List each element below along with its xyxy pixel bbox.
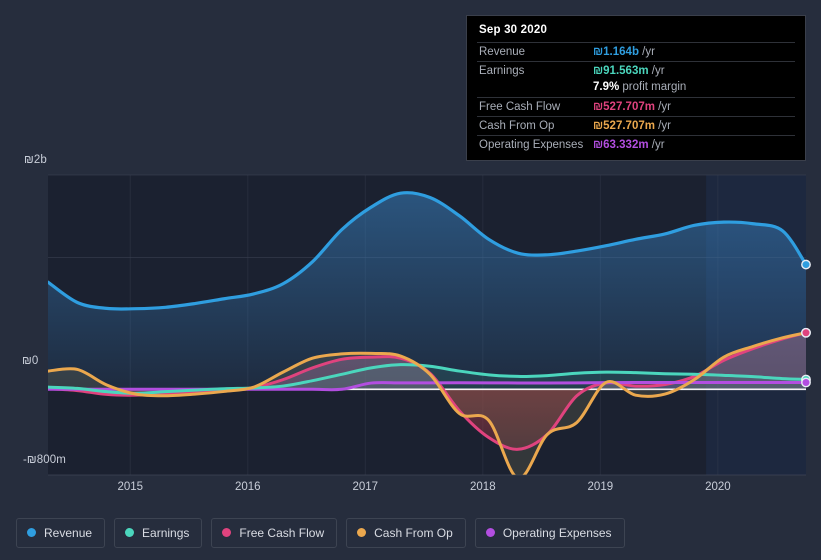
legend-color-dot-icon [27,528,36,537]
tooltip-row: Free Cash Flow ₪527.707m /yr [477,97,795,117]
tooltip-row-value: ₪1.164b /yr [593,46,655,58]
legend-item-free-cash-flow[interactable]: Free Cash Flow [211,517,338,548]
legend-item-earnings[interactable]: Earnings [114,517,203,548]
legend-color-dot-icon [357,528,367,537]
x-axis-tick-label: 2015 [117,481,144,493]
end-marker-free-cash-flow [801,327,811,338]
chart-tooltip: Sep 30 2020 Revenue ₪1.164b /yr Earnings ₪9… [466,15,806,161]
tooltip-profit-margin-row: 7.9% profit margin [477,80,795,98]
legend-item-label: Cash From Op [374,525,453,540]
legend-item-revenue[interactable]: Revenue [16,517,106,548]
x-axis-tick-label: 2020 [705,481,731,493]
tooltip-row-value: ₪527.707m /yr [593,120,671,132]
legend-item-label: Earnings [142,525,190,540]
tooltip-row: Revenue ₪1.164b /yr [477,42,795,62]
tooltip-table: Revenue ₪1.164b /yr Earnings ₪91.563m /yr 7.… [477,42,795,154]
end-marker-operating-expenses [801,377,811,388]
tooltip-row-label: Earnings [479,65,525,77]
legend-item-label: Operating Expenses [502,525,612,540]
x-axis-tick-label: 2018 [470,481,496,493]
chart-page: ₪2b ₪0 -₪800m 2015 2016 2017 2018 2019 2020 S… [0,0,821,560]
tooltip-profit-margin-spacer [477,80,591,98]
legend-item-label: Free Cash Flow [239,525,325,540]
tooltip-row-label: Revenue [479,46,526,58]
legend-item-cash-from-op[interactable]: Cash From Op [346,517,466,548]
tooltip-row-label: Cash From Op [479,120,555,132]
tooltip-row-label: Operating Expenses [479,139,584,151]
legend-item-operating-expenses[interactable]: Operating Expenses [474,517,625,548]
x-axis-tick-label: 2017 [352,481,379,493]
tooltip-row-value: ₪91.563m /yr [593,65,665,77]
tooltip-date: Sep 30 2020 [479,24,548,36]
legend-color-dot-icon [222,528,232,537]
x-axis-tick-label: 2016 [234,481,261,493]
legend-color-dot-icon [485,528,495,537]
legend-color-dot-icon [125,528,135,537]
tooltip-row-value: ₪63.332m /yr [593,139,665,151]
tooltip-row: Earnings ₪91.563m /yr [477,61,795,81]
tooltip-profit-margin: 7.9% profit margin [593,81,687,93]
x-axis-tick-label: 2019 [587,481,614,493]
tooltip-row-value: ₪527.707m /yr [593,101,671,113]
tooltip-row: Operating Expenses ₪63.332m /yr [477,135,795,155]
end-marker-revenue [801,259,811,270]
legend-item-label: Revenue [44,525,93,540]
chart-legend: Revenue Earnings Free Cash Flow Cash From O… [0,505,821,560]
tooltip-row: Cash From Op ₪527.707m /yr [477,116,795,136]
tooltip-row-label: Free Cash Flow [479,101,561,113]
